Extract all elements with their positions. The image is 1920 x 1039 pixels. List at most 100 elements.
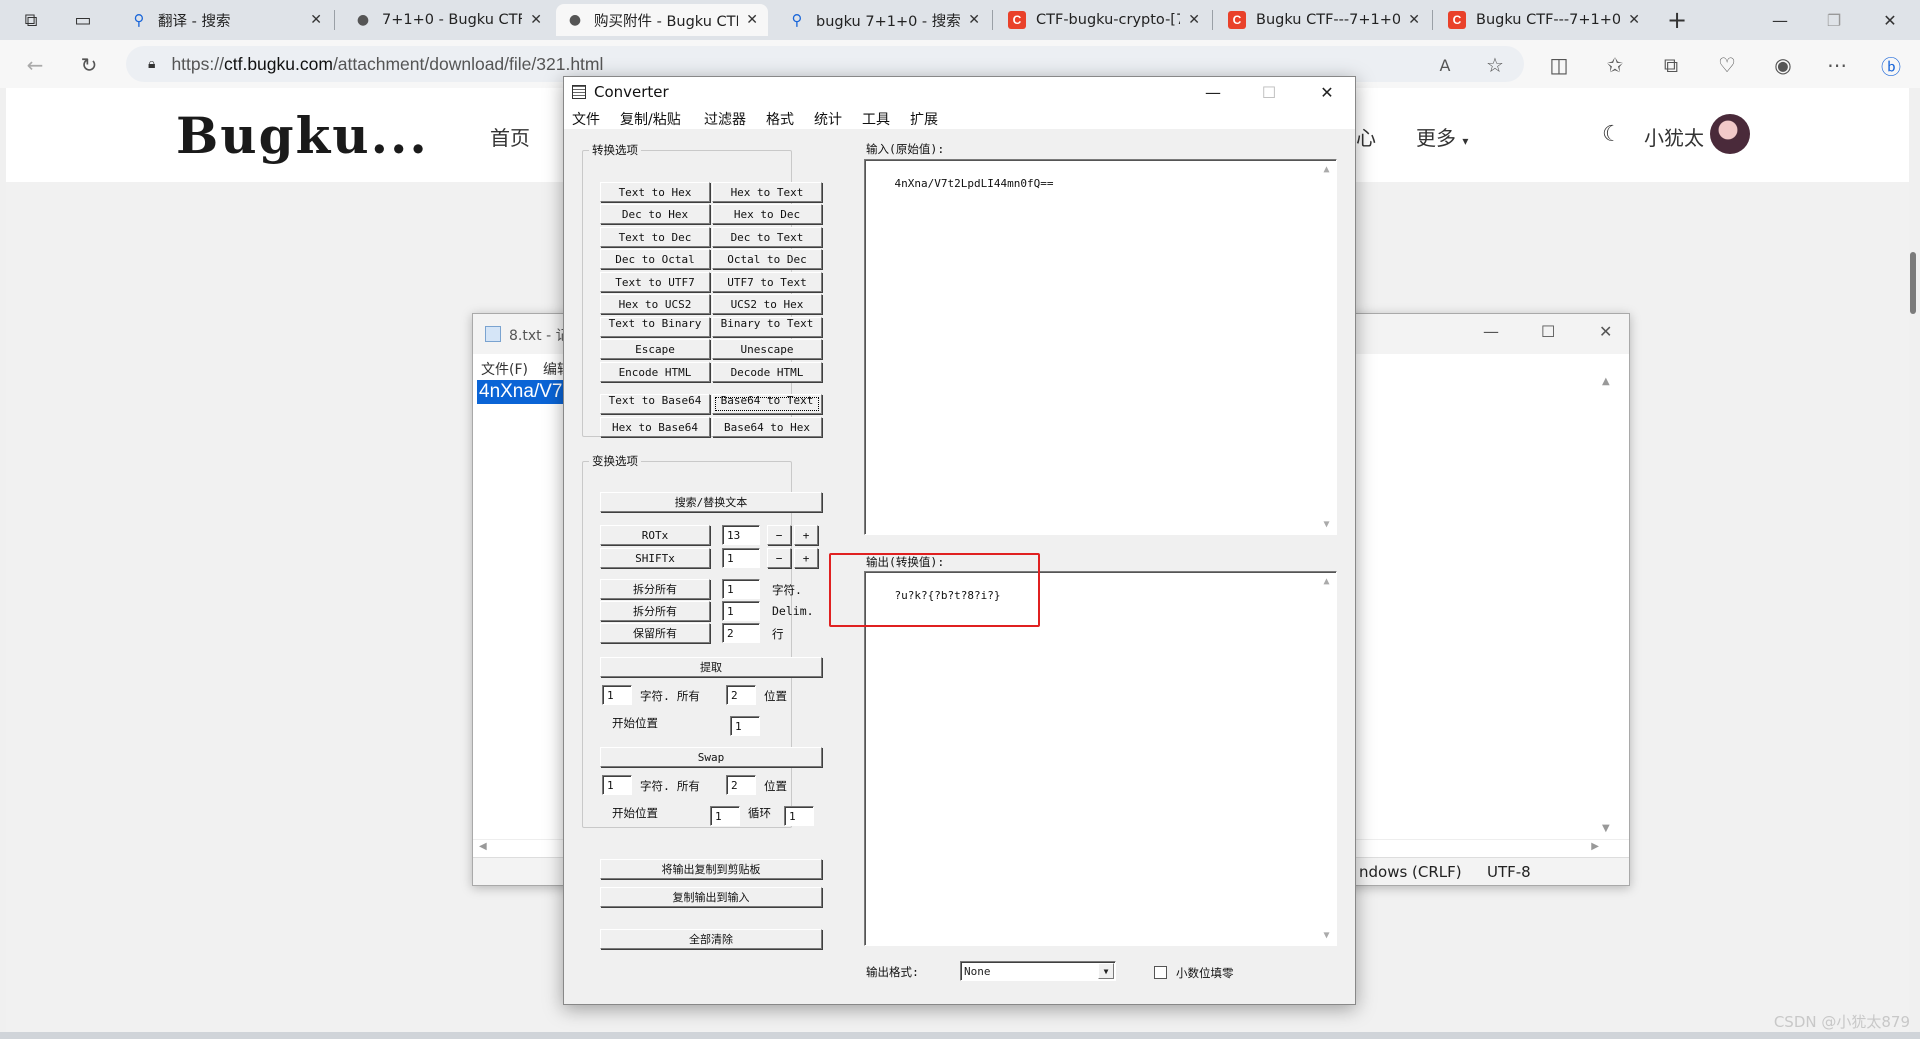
swap-pos-input[interactable]: 2: [726, 775, 756, 795]
workspaces-icon[interactable]: ⧉: [16, 5, 46, 35]
text-to-binary-button[interactable]: Text to Binary: [600, 317, 710, 337]
encode-html-button[interactable]: Encode HTML: [600, 362, 710, 382]
octal-to-dec-button[interactable]: Octal to Dec: [712, 249, 822, 269]
menu-copy-paste[interactable]: 复制/粘贴: [620, 109, 681, 129]
scroll-left-icon[interactable]: ◀: [479, 841, 487, 852]
site-logo[interactable]: Bugku...: [176, 106, 429, 165]
hex-to-dec-button[interactable]: Hex to Dec: [712, 204, 822, 224]
base64-to-hex-button[interactable]: Base64 to Hex: [712, 417, 822, 437]
swap-loop-input[interactable]: 1: [784, 806, 814, 826]
scroll-up-icon[interactable]: ▲: [1318, 573, 1335, 590]
close-tab-icon[interactable]: ✕: [746, 12, 758, 28]
notepad-text[interactable]: 4nXna/V7: [477, 380, 565, 404]
minimize-icon[interactable]: —: [1483, 322, 1499, 341]
close-tab-icon[interactable]: ✕: [1188, 12, 1200, 28]
keep-lines-input[interactable]: 2: [722, 623, 760, 643]
close-tab-icon[interactable]: ✕: [968, 12, 980, 28]
input-textarea[interactable]: 4nXna/V7t2LpdLI44mn0fQ== ▲ ▼: [864, 159, 1337, 535]
hex-to-ucs2-button[interactable]: Hex to UCS2: [600, 294, 710, 314]
menu-format[interactable]: 格式: [766, 109, 794, 129]
text-to-hex-button[interactable]: Text to Hex: [600, 182, 710, 202]
close-icon[interactable]: ✕: [1298, 77, 1356, 107]
rotx-input[interactable]: 13: [722, 525, 760, 545]
profile-icon[interactable]: ◉: [1768, 50, 1798, 80]
collections-icon[interactable]: ⧉: [1656, 50, 1686, 80]
close-tab-icon[interactable]: ✕: [530, 12, 542, 28]
maximize-icon[interactable]: ☐: [1541, 322, 1555, 341]
scroll-right-icon[interactable]: ▶: [1591, 841, 1599, 852]
clear-all-button[interactable]: 全部清除: [600, 929, 822, 949]
dec-to-text-button[interactable]: Dec to Text: [712, 227, 822, 247]
close-tab-icon[interactable]: ✕: [1408, 12, 1420, 28]
decimal-pad-checkbox[interactable]: [1154, 966, 1167, 979]
base64-to-text-button[interactable]: Base64 to Text: [712, 394, 822, 414]
extract-button[interactable]: 提取: [600, 657, 822, 677]
copy-output-to-clipboard-button[interactable]: 将输出复制到剪贴板: [600, 859, 822, 879]
output-format-select[interactable]: None ▼: [960, 961, 1116, 981]
more-menu-icon[interactable]: ⋯: [1822, 50, 1852, 80]
menu-file[interactable]: 文件: [572, 109, 600, 129]
tab-5[interactable]: C CTF-bugku-crypto-[7 ✕: [998, 4, 1210, 36]
menu-extensions[interactable]: 扩展: [910, 109, 938, 129]
favorite-star-icon[interactable]: ☆: [1480, 50, 1510, 80]
rotx-plus-button[interactable]: +: [794, 525, 818, 545]
tab-2[interactable]: ● 7+1+0 - Bugku CTF ✕: [344, 4, 552, 36]
start-pos-input[interactable]: 1: [730, 716, 760, 736]
tab-actions-icon[interactable]: ▭: [68, 5, 98, 35]
minimize-icon[interactable]: —: [1752, 0, 1808, 40]
shiftx-plus-button[interactable]: +: [794, 548, 818, 568]
copilot-icon[interactable]: ⓑ: [1876, 50, 1906, 80]
text-to-dec-button[interactable]: Text to Dec: [600, 227, 710, 247]
scroll-up-icon[interactable]: ▲: [1602, 376, 1610, 387]
text-to-utf7-button[interactable]: Text to UTF7: [600, 272, 710, 292]
split-chars-input[interactable]: 1: [722, 579, 760, 599]
user-name[interactable]: 小犹太: [1644, 122, 1704, 151]
dec-to-octal-button[interactable]: Dec to Octal: [600, 249, 710, 269]
extract-chars-input[interactable]: 1: [602, 685, 632, 705]
scroll-down-icon[interactable]: ▼: [1318, 516, 1335, 533]
menu-tools[interactable]: 工具: [862, 109, 890, 129]
nav-home[interactable]: 首页: [490, 122, 530, 151]
read-aloud-icon[interactable]: A: [1430, 50, 1460, 80]
output-textarea[interactable]: ?u?k?{?b?t?8?i?} ▲ ▼: [864, 571, 1337, 946]
notepad-vertical-scrollbar[interactable]: ▲ ▼: [1599, 376, 1615, 834]
tab-7[interactable]: C Bugku CTF---7+1+0 ✕: [1438, 4, 1650, 36]
close-icon[interactable]: ✕: [1599, 322, 1612, 341]
hex-to-base64-button[interactable]: Hex to Base64: [600, 417, 710, 437]
refresh-icon[interactable]: ↻: [74, 50, 104, 80]
back-icon[interactable]: ←: [20, 50, 50, 80]
output-scrollbar[interactable]: ▲ ▼: [1318, 573, 1335, 944]
escape-button[interactable]: Escape: [600, 339, 710, 359]
shiftx-button[interactable]: SHIFTx: [600, 548, 710, 568]
page-scrollbar-thumb[interactable]: [1910, 252, 1916, 314]
tab-1[interactable]: ⚲ 翻译 - 搜索 ✕: [120, 4, 332, 36]
scroll-up-icon[interactable]: ▲: [1318, 161, 1335, 178]
restore-icon[interactable]: ❐: [1806, 0, 1862, 40]
tab-6[interactable]: C Bugku CTF---7+1+0 ✕: [1218, 4, 1430, 36]
extract-pos-input[interactable]: 2: [726, 685, 756, 705]
copy-output-to-input-button[interactable]: 复制输出到输入: [600, 887, 822, 907]
favorites-icon[interactable]: ✩: [1600, 50, 1630, 80]
avatar[interactable]: [1710, 114, 1750, 154]
scroll-down-icon[interactable]: ▼: [1602, 823, 1610, 834]
split-all-chars-button[interactable]: 拆分所有: [600, 579, 710, 599]
keep-all-button[interactable]: 保留所有: [600, 623, 710, 643]
rotx-minus-button[interactable]: −: [767, 525, 791, 545]
close-tab-icon[interactable]: ✕: [1628, 12, 1640, 28]
menu-filter[interactable]: 过滤器: [704, 109, 746, 129]
tab-4[interactable]: ⚲ bugku 7+1+0 - 搜索 ✕: [778, 4, 990, 36]
shiftx-input[interactable]: 1: [722, 548, 760, 568]
split-all-delim-button[interactable]: 拆分所有: [600, 601, 710, 621]
ucs2-to-hex-button[interactable]: UCS2 to Hex: [712, 294, 822, 314]
shiftx-minus-button[interactable]: −: [767, 548, 791, 568]
rotx-button[interactable]: ROTx: [600, 525, 710, 545]
search-replace-button[interactable]: 搜索/替换文本: [600, 492, 822, 512]
dark-mode-icon[interactable]: ☾: [1602, 122, 1622, 147]
nav-center[interactable]: 心: [1356, 122, 1376, 151]
tab-3-active[interactable]: ● 购买附件 - Bugku CTF ✕: [556, 4, 768, 36]
menu-stats[interactable]: 统计: [814, 109, 842, 129]
text-to-base64-button[interactable]: Text to Base64: [600, 394, 710, 414]
input-scrollbar[interactable]: ▲ ▼: [1318, 161, 1335, 533]
minimize-icon[interactable]: —: [1184, 77, 1242, 107]
hex-to-text-button[interactable]: Hex to Text: [712, 182, 822, 202]
